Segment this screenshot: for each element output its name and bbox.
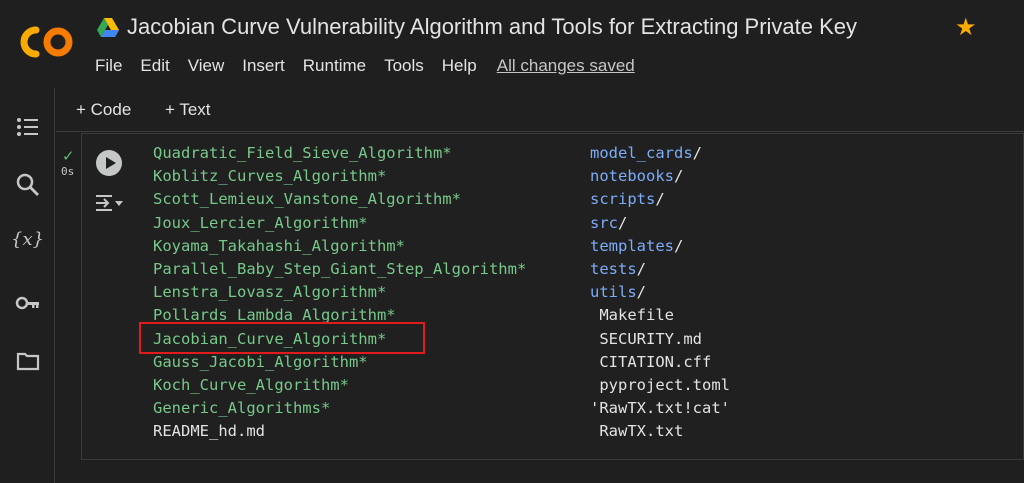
path-suffix: / [636, 260, 647, 279]
output-left-column: Quadratic_Field_Sieve_Algorithm* Koblitz_… [153, 142, 526, 444]
output-line: scripts/ [590, 188, 730, 211]
menu-insert[interactable]: Insert [242, 56, 285, 76]
directory-name: utils [590, 283, 637, 302]
table-of-contents-icon[interactable] [15, 114, 41, 140]
output-actions-icon[interactable] [94, 192, 124, 214]
output-line: notebooks/ [590, 165, 730, 188]
output-line: Makefile [590, 304, 730, 327]
check-icon: ✓ [62, 148, 75, 165]
output-line: Gauss_Jacobi_Algorithm* [153, 352, 368, 371]
menu-view[interactable]: View [188, 56, 225, 76]
output-line: Koblitz_Curves_Algorithm* [153, 167, 387, 186]
path-suffix: / [674, 167, 684, 186]
save-status-link[interactable]: All changes saved [497, 56, 635, 76]
execution-time: 0s [61, 165, 75, 178]
output-line: Scott_Lemieux_Vanstone_Algorithm* [153, 190, 461, 209]
menu-tools[interactable]: Tools [384, 56, 424, 76]
output-line: Koch_Curve_Algorithm* [153, 376, 349, 395]
google-drive-icon[interactable] [97, 18, 119, 38]
file-name: Makefile [590, 306, 674, 325]
variables-icon[interactable]: {x} [11, 229, 45, 255]
path-suffix: / [674, 236, 684, 255]
notebook-title[interactable]: Jacobian Curve Vulnerability Algorithm a… [127, 14, 857, 40]
output-line: Quadratic_Field_Sieve_Algorithm* [153, 144, 452, 162]
file-name: pyproject.toml [590, 376, 730, 395]
directory-name: src [590, 213, 618, 232]
output-line: utils/ [590, 281, 730, 304]
menu-bar: File Edit View Insert Runtime Tools Help… [95, 56, 635, 76]
output-line: 'RawTX.txt!cat' [590, 397, 730, 420]
add-text-button[interactable]: + Text [165, 100, 211, 120]
search-icon[interactable] [15, 172, 41, 198]
directory-name: scripts [590, 190, 656, 209]
output-line: SECURITY.md [590, 328, 730, 351]
path-suffix: / [692, 144, 702, 162]
directory-name: tests [590, 260, 637, 279]
output-line: templates/ [590, 235, 730, 258]
output-line: Koyama_Takahashi_Algorithm* [153, 236, 405, 255]
output-line: Parallel_Baby_Step_Giant_Step_Algorithm* [153, 260, 527, 279]
app-header: Jacobian Curve Vulnerability Algorithm a… [0, 0, 1024, 88]
file-name: 'RawTX.txt!cat' [590, 399, 730, 418]
file-name: RawTX.txt [590, 422, 684, 441]
left-sidebar: {x} [0, 88, 55, 483]
menu-help[interactable]: Help [442, 56, 477, 76]
key-icon[interactable] [15, 290, 41, 316]
directory-name: notebooks [590, 167, 674, 186]
path-suffix: / [618, 213, 628, 232]
menu-edit[interactable]: Edit [140, 56, 169, 76]
output-line: pyproject.toml [590, 374, 730, 397]
output-line: tests/ [590, 258, 730, 281]
highlight-box [139, 322, 425, 354]
directory-name: model_cards [590, 144, 693, 162]
output-line: Joux_Lercier_Algorithm* [153, 213, 368, 232]
output-line: README_hd.md [153, 422, 265, 441]
output-line: model_cards/ [590, 142, 730, 165]
folder-icon[interactable] [15, 348, 41, 374]
add-code-button[interactable]: + Code [76, 100, 131, 120]
menu-runtime[interactable]: Runtime [303, 56, 366, 76]
output-line: src/ [590, 212, 730, 235]
run-cell-button[interactable] [96, 150, 122, 176]
output-line: Generic_Algorithms* [153, 399, 331, 418]
file-name: CITATION.cff [590, 352, 712, 371]
output-line: Lenstra_Lovasz_Algorithm* [153, 283, 387, 302]
output-line: RawTX.txt [590, 420, 730, 443]
file-name: SECURITY.md [590, 329, 702, 348]
star-icon[interactable]: ★ [955, 14, 977, 42]
cell-toolbar: + Code + Text [56, 88, 1024, 132]
output-line: CITATION.cff [590, 351, 730, 374]
output-right-column: model_cards/notebooks/scripts/src/templa… [590, 142, 730, 444]
path-suffix: / [655, 190, 665, 209]
directory-name: templates [590, 236, 674, 255]
menu-file[interactable]: File [95, 56, 122, 76]
path-suffix: / [636, 283, 647, 302]
colab-logo[interactable] [18, 22, 76, 62]
